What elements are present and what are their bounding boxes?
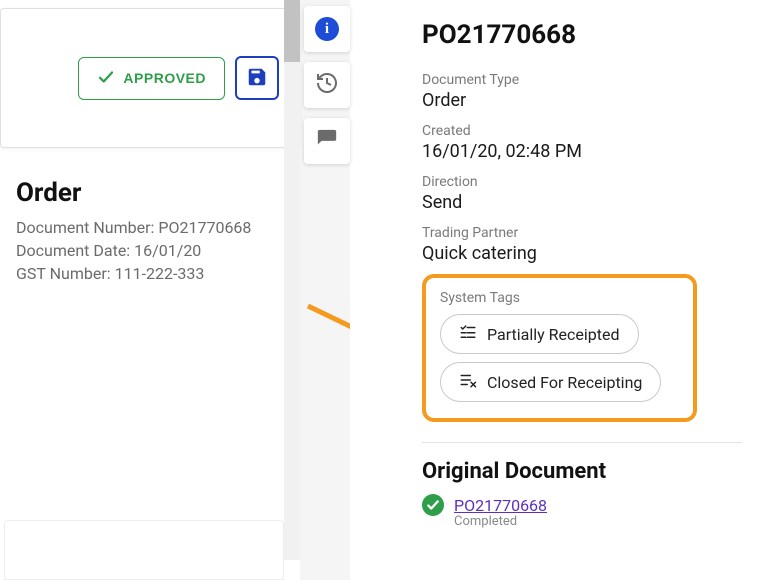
created-label: Created [422,123,745,139]
order-summary: Order Document Number: PO21770668 Docume… [0,178,300,283]
original-document-link[interactable]: PO21770668 [454,496,547,515]
doc-number-line: Document Number: PO21770668 [16,218,300,237]
scrollbar[interactable] [284,0,300,560]
approved-button[interactable]: APPROVED [78,57,225,100]
bottom-card [4,520,284,580]
tag-closed-for-receipting[interactable]: Closed For Receipting [440,362,661,402]
doc-number-value: PO21770668 [158,218,251,237]
original-document-heading: Original Document [422,459,745,484]
doc-type-label: Document Type [422,72,745,88]
comment-icon [316,128,338,154]
check-circle-icon [422,494,444,516]
gst-label: GST Number: [16,264,111,283]
scroll-thumb[interactable] [284,0,300,62]
order-heading: Order [16,178,300,208]
checklist-icon [459,323,477,345]
history-icon [315,71,339,99]
tab-comments[interactable] [304,118,350,164]
doc-date-label: Document Date: [16,241,130,260]
original-document-status: Completed [454,514,745,529]
doc-number-label: Document Number: [16,218,154,237]
approved-label: APPROVED [123,70,206,86]
system-tags-label: System Tags [440,290,679,306]
tag-label: Partially Receipted [487,325,620,344]
original-document-row: PO21770668 [422,494,745,516]
po-title: PO21770668 [422,20,745,50]
details-panel: i PO21770668 Document Type Order Created… [350,0,769,580]
info-icon: i [315,17,339,41]
left-panel: APPROVED Order Document Number: PO217706… [0,0,300,580]
save-button[interactable] [235,56,279,100]
direction-value: Send [422,192,745,213]
list-x-icon [459,371,477,393]
detail-tabs: i [304,6,350,164]
created-value: 16/01/20, 02:48 PM [422,141,745,162]
gst-value: 111-222-333 [115,264,205,283]
tag-label: Closed For Receipting [487,373,642,392]
partner-label: Trading Partner [422,225,745,241]
doc-date-value: 16/01/20 [134,241,201,260]
direction-label: Direction [422,174,745,190]
checkmark-icon [97,68,115,89]
save-icon [246,66,268,91]
tab-history[interactable] [304,62,350,108]
system-tags-box: System Tags Partially Receipted Closed F… [422,274,697,422]
tab-info[interactable]: i [304,6,350,52]
details-content: PO21770668 Document Type Order Created 1… [350,0,769,539]
tag-partially-receipted[interactable]: Partially Receipted [440,314,639,354]
partner-value: Quick catering [422,243,745,264]
doc-type-value: Order [422,90,745,111]
divider [422,442,742,443]
approval-card: APPROVED [0,8,300,148]
gst-line: GST Number: 111-222-333 [16,264,300,283]
doc-date-line: Document Date: 16/01/20 [16,241,300,260]
